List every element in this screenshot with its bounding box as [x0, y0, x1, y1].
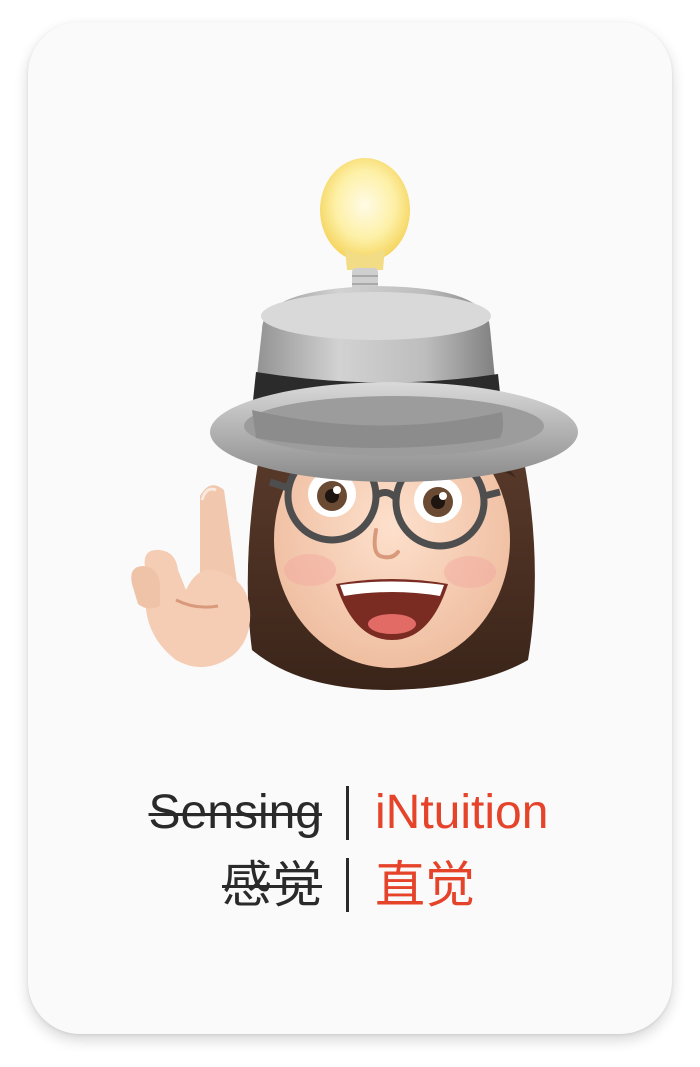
intuition-label: iNtuition — [375, 786, 549, 839]
pointing-hand-icon — [131, 485, 251, 668]
label-divider-cn — [346, 858, 349, 912]
lightbulb-icon — [320, 158, 410, 308]
intuition-label-cn: 直觉 — [375, 856, 475, 914]
sensing-label-cn: 感觉 — [222, 856, 322, 914]
top-hat-icon — [210, 286, 578, 482]
chinese-label-row: 感觉 直觉 — [0, 850, 700, 920]
english-label-row: Sensing iNtuition — [0, 778, 700, 848]
memoji-avatar-illustration — [131, 158, 578, 690]
label-divider — [346, 786, 349, 840]
sensing-label: Sensing — [148, 786, 322, 839]
